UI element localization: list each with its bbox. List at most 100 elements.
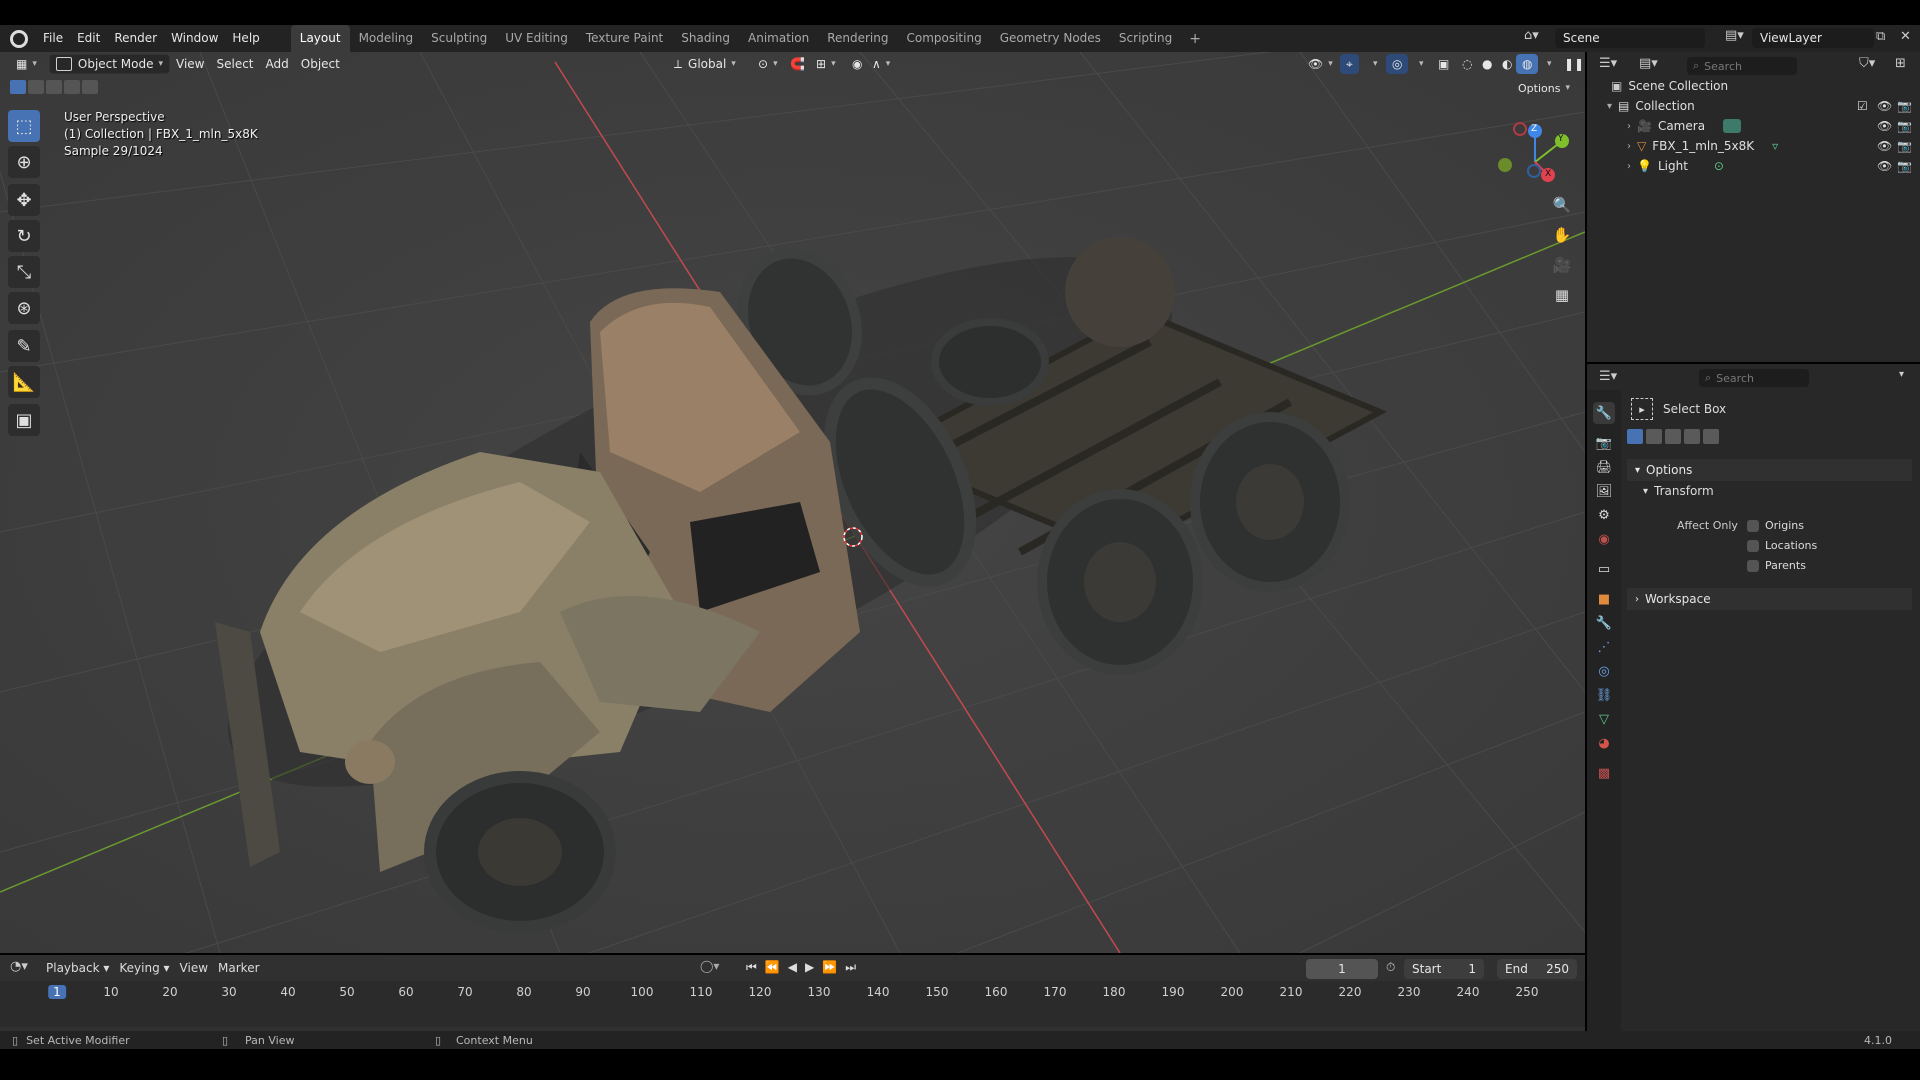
visibility-eye-icon[interactable]: 👁 xyxy=(1877,119,1892,133)
outliner-search-input[interactable]: ⌕ Search xyxy=(1687,57,1797,75)
tool-tab-icon[interactable]: 🔧 xyxy=(1593,402,1615,424)
snap-toggle-icon[interactable]: 🧲 xyxy=(784,54,811,74)
render-camera-icon[interactable]: 📷 xyxy=(1897,119,1912,133)
new-collection-icon[interactable]: ⊞ xyxy=(1895,56,1906,71)
constraints-tab-icon[interactable]: ⛓ xyxy=(1593,684,1615,706)
add-workspace-button[interactable]: + xyxy=(1181,31,1209,47)
timeline-view-menu[interactable]: View xyxy=(180,961,208,975)
outliner-row-fbx[interactable]: › ▽ FBX_1_mln_5x8K ▿ 👁 📷 xyxy=(1587,136,1920,156)
proportional-falloff-icon[interactable]: ∧ ▾ xyxy=(866,54,896,74)
tab-sculpting[interactable]: Sculpting xyxy=(422,25,496,52)
pause-render-icon[interactable]: ❚❚ xyxy=(1558,54,1585,74)
transform-subpanel-header[interactable]: ▾ Transform xyxy=(1643,484,1714,498)
data-tab-icon[interactable]: ▽ xyxy=(1593,708,1615,730)
editor-type-button[interactable]: ▦ ▾ xyxy=(10,54,43,74)
outliner-row-camera[interactable]: › 🎥 Camera 👁 📷 xyxy=(1587,116,1920,136)
keying-menu[interactable]: Keying ▾ xyxy=(119,961,169,975)
tab-modeling[interactable]: Modeling xyxy=(350,25,423,52)
viewport-menu-select[interactable]: Select xyxy=(210,54,259,74)
locations-checkbox[interactable]: Locations xyxy=(1747,539,1817,552)
snap-target-dropdown[interactable]: ⊞ ▾ xyxy=(810,54,842,74)
view-layer-tab-icon[interactable]: 🖼 xyxy=(1593,480,1615,502)
rotate-tool-icon[interactable]: ↻ xyxy=(8,220,40,252)
play-reverse-icon[interactable]: ◀ xyxy=(788,960,797,975)
select-invert-icon[interactable] xyxy=(64,80,80,94)
outliner-row-collection[interactable]: ▾ ▤ Collection ☑ 👁 📷 xyxy=(1587,96,1920,116)
menu-window[interactable]: Window xyxy=(164,25,225,52)
options-panel-header[interactable]: ▾ Options xyxy=(1627,459,1912,481)
select-new-icon[interactable] xyxy=(10,80,26,94)
menu-edit[interactable]: Edit xyxy=(70,25,107,52)
collection-tab-icon[interactable]: ▭ xyxy=(1593,558,1615,580)
origins-checkbox[interactable]: Origins xyxy=(1747,519,1804,532)
scene-field[interactable]: Scene xyxy=(1555,28,1705,48)
marker-menu[interactable]: Marker xyxy=(218,961,259,975)
stopwatch-icon[interactable]: ⏱ xyxy=(1386,960,1395,975)
render-camera-icon[interactable]: 📷 xyxy=(1897,99,1912,113)
object-tab-icon[interactable]: ■ xyxy=(1593,588,1615,610)
world-tab-icon[interactable]: ◉ xyxy=(1593,528,1615,550)
outliner-row-scene-collection[interactable]: ▣ Scene Collection xyxy=(1587,76,1920,96)
scene-tab-icon[interactable]: ⚙ xyxy=(1593,504,1615,526)
pivot-point-dropdown[interactable]: ⊙ ▾ xyxy=(752,54,784,74)
remove-viewlayer-icon[interactable]: ✕ xyxy=(1900,29,1911,44)
select-box-tool-icon[interactable]: ⬚ xyxy=(8,110,40,142)
tab-compositing[interactable]: Compositing xyxy=(897,25,990,52)
playback-menu[interactable]: Playback ▾ xyxy=(46,961,109,975)
camera-data-icon[interactable] xyxy=(1723,119,1742,133)
add-cube-tool-icon[interactable]: ▣ xyxy=(8,404,40,436)
timeline-editor-type-icon[interactable]: ◔▾ xyxy=(10,959,28,974)
visibility-eye-icon[interactable]: 👁 xyxy=(1877,139,1892,153)
overlays-toggle-icon[interactable]: ◎ xyxy=(1386,54,1409,74)
display-mode-icon[interactable]: ▤▾ xyxy=(1639,56,1658,71)
transform-orientation-dropdown[interactable]: ⟂ Global ▾ xyxy=(668,54,742,74)
move-tool-icon[interactable]: ✥ xyxy=(8,184,40,216)
annotate-tool-icon[interactable]: ✎ xyxy=(8,330,40,362)
tab-geometry-nodes[interactable]: Geometry Nodes xyxy=(991,25,1110,52)
viewlayer-field[interactable]: ViewLayer xyxy=(1752,28,1874,48)
render-tab-icon[interactable]: 📷 xyxy=(1593,432,1615,454)
texture-tab-icon[interactable]: ▩ xyxy=(1593,762,1615,784)
mode-subtract-icon[interactable] xyxy=(1665,429,1681,444)
tab-layout[interactable]: Layout xyxy=(290,25,350,52)
jump-start-icon[interactable]: ⏮ xyxy=(746,960,757,975)
object-mode-dropdown[interactable]: Object Mode ▾ xyxy=(48,54,170,74)
visibility-eye-icon[interactable]: 👁 xyxy=(1877,159,1892,173)
auto-keying-icon[interactable]: ◯▾ xyxy=(700,959,719,973)
zoom-icon[interactable]: 🔍 xyxy=(1549,192,1575,218)
output-tab-icon[interactable]: 🖨 xyxy=(1593,456,1615,478)
chevron-right-icon[interactable]: › xyxy=(1627,141,1631,152)
chevron-down-icon[interactable]: ▾ xyxy=(1899,369,1904,380)
overlays-dropdown[interactable]: ▾ xyxy=(1408,54,1430,74)
light-data-icon[interactable]: ⊙ xyxy=(1714,159,1724,173)
jump-keyframe-back-icon[interactable]: ⏪ xyxy=(765,960,780,975)
visibility-dropdown[interactable]: 👁 ▾ xyxy=(1302,54,1339,74)
viewport-menu-object[interactable]: Object xyxy=(295,54,346,74)
render-camera-icon[interactable]: 📷 xyxy=(1897,139,1912,153)
chevron-right-icon[interactable]: › xyxy=(1627,161,1631,172)
chevron-down-icon[interactable]: ▾ xyxy=(1607,101,1612,112)
parents-checkbox[interactable]: Parents xyxy=(1747,559,1806,572)
tab-shading[interactable]: Shading xyxy=(672,25,739,52)
chevron-right-icon[interactable]: › xyxy=(1627,121,1631,132)
viewlayer-icon[interactable]: ▤▾ xyxy=(1725,28,1751,48)
select-intersect-icon[interactable] xyxy=(82,80,98,94)
play-icon[interactable]: ▶ xyxy=(805,960,814,975)
current-frame-field[interactable]: 1 xyxy=(1306,959,1378,979)
exclude-checkbox-icon[interactable]: ☑ xyxy=(1857,99,1868,113)
blender-logo-icon[interactable] xyxy=(10,29,28,48)
properties-search-input[interactable]: ⌕ Search xyxy=(1699,369,1809,387)
cursor-tool-icon[interactable]: ⊕ xyxy=(8,146,40,178)
ortho-grid-icon[interactable]: ▦ xyxy=(1549,282,1575,308)
visibility-eye-icon[interactable]: 👁 xyxy=(1877,99,1892,113)
tab-rendering[interactable]: Rendering xyxy=(818,25,897,52)
timeline-scrub-area[interactable]: 1 10 20 30 40 50 60 70 80 90 100 110 120 130 140 150 160… xyxy=(0,981,1585,1037)
menu-file[interactable]: File xyxy=(36,25,70,52)
shading-dropdown[interactable]: ▾ xyxy=(1536,54,1558,74)
scale-tool-icon[interactable]: ⤡ xyxy=(8,256,40,288)
new-viewlayer-icon[interactable]: ⧉ xyxy=(1876,29,1885,44)
measure-tool-icon[interactable]: 📐 xyxy=(8,366,40,398)
mesh-data-icon[interactable]: ▿ xyxy=(1772,139,1778,153)
transform-tool-icon[interactable]: ⊛ xyxy=(8,292,40,324)
start-frame-field[interactable]: Start 1 xyxy=(1404,959,1484,979)
